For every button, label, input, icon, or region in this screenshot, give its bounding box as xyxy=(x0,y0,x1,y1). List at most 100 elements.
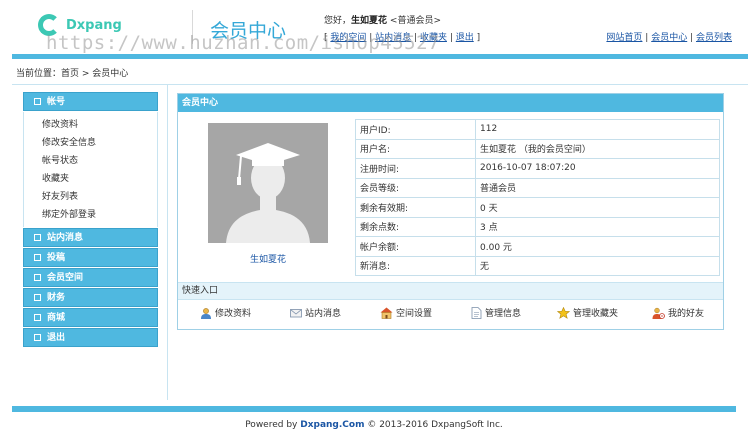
sidebar-section-label: 财务 xyxy=(47,293,66,303)
sidebar-item-account-status[interactable]: 帐号状态 xyxy=(42,152,157,170)
info-value: 0.00 元 xyxy=(475,236,720,257)
sidebar-item-edit-security[interactable]: 修改安全信息 xyxy=(42,134,157,152)
footer-prefix: Powered by xyxy=(245,420,301,430)
footer-copyright: © 2013-2016 DxpangSoft Inc. xyxy=(364,420,503,430)
link-my-space[interactable]: 我的空间 xyxy=(330,33,366,43)
footer-bar xyxy=(12,406,736,412)
envelope-icon xyxy=(290,309,302,318)
header-divider xyxy=(192,10,193,44)
quick-edit-profile[interactable]: 修改资料 xyxy=(200,306,251,322)
user-icon xyxy=(201,308,211,319)
info-key: 会员等级: xyxy=(355,177,476,198)
info-key: 帐户余额: xyxy=(355,236,476,257)
quick-item-label: 修改资料 xyxy=(215,309,252,319)
site-logo[interactable]: Dxpang xyxy=(38,14,122,40)
top-links: 网站首页 | 会员中心 | 会员列表 xyxy=(606,33,732,43)
table-row: 用户ID: 112 xyxy=(355,119,720,140)
info-value: 生如夏花 （我的会员空间） xyxy=(475,138,720,159)
sidebar-section-logout[interactable]: 退出 xyxy=(23,328,158,347)
sidebar-section-label: 商城 xyxy=(47,313,66,323)
sidebar-section-label: 站内消息 xyxy=(47,233,84,243)
quick-item-label: 我的好友 xyxy=(668,309,705,319)
square-icon xyxy=(34,234,41,241)
quick-item-label: 管理信息 xyxy=(485,309,522,319)
breadcrumb-sep: > xyxy=(79,69,93,79)
info-key: 剩余有效期: xyxy=(355,197,476,218)
sidebar-item-bind-login[interactable]: 绑定外部登录 xyxy=(42,206,157,224)
star-icon xyxy=(556,306,571,319)
square-icon xyxy=(34,98,41,105)
avatar[interactable] xyxy=(208,123,328,243)
sidebar-section-space[interactable]: 会员空间 xyxy=(23,268,158,287)
link-member-center[interactable]: 会员中心 xyxy=(651,33,687,43)
header: Dxpang 会员中心 您好，生如夏花 <普通会员> [ 我的空间 | 站内消息… xyxy=(0,0,748,54)
greeting-username: 生如夏花 xyxy=(351,16,388,26)
member-level: <普通会员> xyxy=(389,16,441,26)
sidebar-section-shop[interactable]: 商城 xyxy=(23,308,158,327)
info-value: 112 xyxy=(475,119,720,140)
footer-brand[interactable]: Dxpang.Com xyxy=(300,420,364,430)
info-key: 用户名: xyxy=(355,138,476,159)
logo-text: Dxpang xyxy=(66,18,122,33)
square-icon xyxy=(34,334,41,341)
breadcrumb: 当前位置：首页 > 会员中心 xyxy=(16,66,128,79)
panel-title: 会员中心 xyxy=(178,94,723,112)
table-row: 会员等级: 普通会员 xyxy=(355,177,720,198)
sidebar-item-edit-profile[interactable]: 修改资料 xyxy=(42,116,157,134)
info-value: 普通会员 xyxy=(475,177,720,198)
info-key: 剩余点数: xyxy=(355,216,476,237)
quick-messages[interactable]: 站内消息 xyxy=(290,306,341,322)
table-row: 剩余点数: 3 点 xyxy=(355,216,720,237)
greeting: 您好，生如夏花 <普通会员> xyxy=(324,13,441,26)
friends-icon xyxy=(652,307,665,319)
info-value: 3 点 xyxy=(475,216,720,237)
sidebar-section-submit[interactable]: 投稿 xyxy=(23,248,158,267)
quick-manage-favorites[interactable]: 管理收藏夹 xyxy=(556,306,619,322)
square-icon xyxy=(34,294,41,301)
square-icon xyxy=(34,254,41,261)
link-site-home[interactable]: 网站首页 xyxy=(606,33,642,43)
greeting-prefix: 您好， xyxy=(324,16,352,26)
logo-mark-icon xyxy=(38,14,60,36)
table-row: 注册时间: 2016-10-07 18:07:20 xyxy=(355,158,720,179)
avatar-username[interactable]: 生如夏花 xyxy=(208,252,328,265)
sidebar-section-label: 退出 xyxy=(47,333,66,343)
sidebar-item-favorites[interactable]: 收藏夹 xyxy=(42,170,157,188)
link-logout[interactable]: 退出 xyxy=(456,33,474,43)
breadcrumb-home[interactable]: 首页 xyxy=(61,69,79,79)
link-messages[interactable]: 站内消息 xyxy=(375,33,411,43)
table-row: 用户名: 生如夏花 （我的会员空间） xyxy=(355,138,720,159)
table-row: 新消息: 无 xyxy=(355,255,720,276)
table-row: 帐户余额: 0.00 元 xyxy=(355,236,720,257)
quick-access-header: 快速入口 xyxy=(178,282,723,300)
info-value: 0 天 xyxy=(475,197,720,218)
breadcrumb-prefix: 当前位置： xyxy=(16,69,62,79)
graduate-avatar-icon xyxy=(208,123,328,243)
sidebar-item-friends[interactable]: 好友列表 xyxy=(42,188,157,206)
quick-item-label: 站内消息 xyxy=(305,309,342,319)
link-member-list[interactable]: 会员列表 xyxy=(696,33,732,43)
quick-item-label: 空间设置 xyxy=(396,309,433,319)
house-icon xyxy=(380,307,393,319)
quick-space-settings[interactable]: 空间设置 xyxy=(380,306,432,322)
info-value: 2016-10-07 18:07:20 xyxy=(475,158,720,179)
sidebar-section-messages[interactable]: 站内消息 xyxy=(23,228,158,247)
square-icon xyxy=(34,314,41,321)
document-icon xyxy=(471,307,482,319)
page-title: 会员中心 xyxy=(210,20,287,42)
footer: Powered by Dxpang.Com © 2013-2016 Dxpang… xyxy=(0,420,748,430)
quick-my-friends[interactable]: 我的好友 xyxy=(652,306,704,322)
sidebar: 帐号 修改资料 修改安全信息 帐号状态 收藏夹 好友列表 绑定外部登录 站内消息… xyxy=(23,92,158,348)
quick-item-label: 管理收藏夹 xyxy=(573,309,619,319)
info-key: 用户ID: xyxy=(355,119,476,140)
quick-access-items: 修改资料 站内消息 空间设置 管理信息 管理收藏夹 我的好友 xyxy=(178,306,723,322)
member-panel: 会员中心 生如夏花 用户ID: 112 用户名: 生如夏花 （我的会员空间） 注册时… xyxy=(177,93,724,330)
info-key: 注册时间: xyxy=(355,158,476,179)
sidebar-section-finance[interactable]: 财务 xyxy=(23,288,158,307)
sidebar-section-label: 投稿 xyxy=(47,253,66,263)
sidebar-section-account[interactable]: 帐号 xyxy=(23,92,158,111)
link-favorites[interactable]: 收藏夹 xyxy=(420,33,447,43)
quick-manage-info[interactable]: 管理信息 xyxy=(471,306,521,322)
square-icon xyxy=(34,274,41,281)
sidebar-section-label: 帐号 xyxy=(47,97,66,107)
